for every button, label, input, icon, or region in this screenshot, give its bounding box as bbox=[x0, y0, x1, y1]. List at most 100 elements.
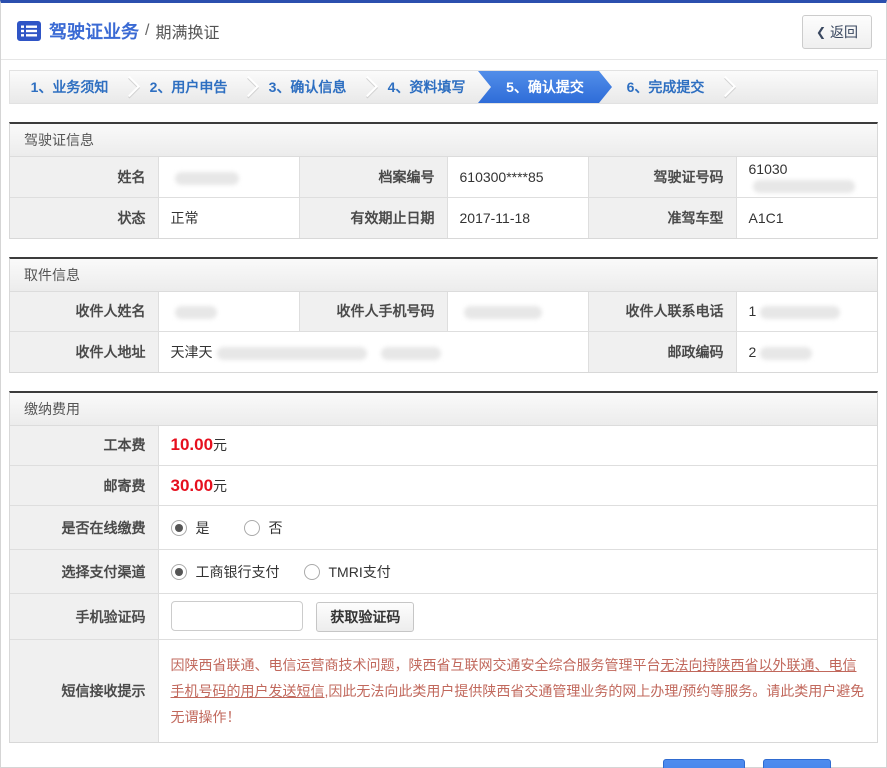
recipient-address-value: 天津天 bbox=[157, 331, 589, 372]
radio-button-icon[interactable] bbox=[170, 519, 187, 536]
status-value: 正常 bbox=[157, 197, 300, 238]
pay-channel-label: 选择支付渠道 bbox=[10, 549, 159, 594]
step-separator-chevron-icon bbox=[714, 75, 737, 98]
online-pay-label: 是否在线缴费 bbox=[10, 505, 159, 550]
radio-option-label: 否 bbox=[268, 519, 283, 536]
table-row: 工本费 10.00元 bbox=[10, 425, 877, 466]
recipient-name-value bbox=[157, 291, 300, 332]
back-button-label: 返回 bbox=[830, 24, 858, 40]
table-row: 收件人姓名 收件人手机号码 收件人联系电话 1 bbox=[10, 291, 877, 332]
step-6-complete-submit[interactable]: 6、完成提交 bbox=[606, 71, 737, 103]
pickup-info-table: 收件人姓名 收件人手机号码 收件人联系电话 1 收件人地址 天津天 邮政编码 2 bbox=[10, 291, 877, 372]
expiry-label: 有效期止日期 bbox=[298, 197, 448, 238]
license-section-title: 驾驶证信息 bbox=[10, 124, 877, 157]
redacted-value bbox=[752, 179, 855, 193]
fee-label: 工本费 bbox=[10, 425, 159, 466]
sms-notice-label: 短信接收提示 bbox=[10, 639, 159, 742]
redacted-value bbox=[760, 306, 841, 320]
step-label: 5、确认提交 bbox=[506, 79, 584, 95]
vehicle-class-value: A1C1 bbox=[735, 197, 877, 238]
file-no-value: 610300****85 bbox=[446, 157, 589, 198]
step-label: 6、完成提交 bbox=[626, 79, 705, 95]
recipient-name-label: 收件人姓名 bbox=[10, 291, 159, 332]
online-pay-options: 是 否 bbox=[157, 505, 877, 550]
previous-step-button[interactable]: 上一步 bbox=[662, 759, 745, 768]
recipient-contact-label: 收件人联系电话 bbox=[587, 291, 737, 332]
step-5-confirm-submit[interactable]: 5、确认提交 bbox=[478, 71, 612, 103]
step-label: 1、业务须知 bbox=[30, 79, 109, 95]
page: 驾驶证业务 / 期满换证 ❮ 返回 1、业务须知 2、用户申告 3、确认信息 4… bbox=[0, 0, 887, 768]
radio-button-icon[interactable] bbox=[303, 563, 320, 580]
radio-option-label: TMRI支付 bbox=[328, 563, 391, 580]
payment-table: 工本费 10.00元 邮寄费 30.00元 是否在线缴费 是 否 选择支付渠道 … bbox=[10, 425, 877, 742]
postage-value: 30.00元 bbox=[157, 465, 877, 506]
license-no-label: 驾驶证号码 bbox=[587, 157, 737, 198]
payment-section-title: 缴纳费用 bbox=[10, 392, 877, 426]
radio-button-icon[interactable] bbox=[243, 519, 260, 536]
step-2-user-declaration[interactable]: 2、用户申告 bbox=[129, 71, 260, 103]
pay-channel-options: 工商银行支付 TMRI支付 bbox=[157, 549, 877, 594]
table-row: 短信接收提示 因陕西省联通、电信运营商技术问题，陕西省互联网交通安全综合服务管理… bbox=[10, 639, 877, 742]
pickup-section-title: 取件信息 bbox=[10, 258, 877, 292]
status-label: 状态 bbox=[10, 197, 159, 238]
postage-label: 邮寄费 bbox=[10, 465, 159, 506]
table-row: 收件人地址 天津天 邮政编码 2 bbox=[10, 331, 877, 372]
table-row: 是否在线缴费 是 否 bbox=[10, 505, 877, 550]
address-prefix: 天津天 bbox=[170, 343, 213, 360]
license-info-table: 姓名 档案编号 610300****85 驾驶证号码 61030 状态 正常 有… bbox=[10, 157, 877, 238]
postcode-prefix: 2 bbox=[748, 343, 757, 360]
step-4-fill-materials[interactable]: 4、资料填写 bbox=[367, 71, 486, 103]
table-row: 邮寄费 30.00元 bbox=[10, 465, 877, 506]
redacted-value bbox=[174, 306, 217, 320]
payment-section: 缴纳费用 工本费 10.00元 邮寄费 30.00元 是否在线缴费 是 否 选择… bbox=[9, 390, 878, 743]
fee-amount: 10.00 bbox=[170, 435, 214, 455]
radio-option-tmri[interactable]: TMRI支付 bbox=[303, 562, 391, 582]
radio-option-no[interactable]: 否 bbox=[243, 518, 283, 538]
get-code-button[interactable]: 获取验证码 bbox=[316, 602, 415, 633]
postcode-value: 2 bbox=[735, 331, 877, 372]
step-label: 3、确认信息 bbox=[268, 79, 347, 95]
postage-unit: 元 bbox=[213, 477, 228, 494]
contact-prefix: 1 bbox=[748, 303, 757, 320]
pickup-info-section: 取件信息 收件人姓名 收件人手机号码 收件人联系电话 1 收件人地址 天津天 邮… bbox=[9, 256, 878, 373]
step-label: 4、资料填写 bbox=[387, 79, 466, 95]
name-label: 姓名 bbox=[10, 157, 159, 198]
step-progress-bar: 1、业务须知 2、用户申告 3、确认信息 4、资料填写 5、确认提交 6、完成提… bbox=[9, 70, 878, 104]
recipient-address-label: 收件人地址 bbox=[10, 331, 159, 372]
redacted-value bbox=[463, 306, 542, 320]
chevron-left-icon: ❮ bbox=[815, 25, 826, 39]
breadcrumb-separator: / bbox=[145, 22, 150, 39]
sms-code-field: 获取验证码 bbox=[157, 593, 877, 640]
fee-value: 10.00元 bbox=[157, 425, 877, 466]
license-info-section: 驾驶证信息 姓名 档案编号 610300****85 驾驶证号码 61030 状… bbox=[9, 122, 878, 239]
radio-option-yes[interactable]: 是 bbox=[170, 518, 210, 538]
expiry-value: 2017-11-18 bbox=[446, 197, 589, 238]
name-value bbox=[157, 157, 300, 198]
recipient-contact-value: 1 bbox=[735, 291, 877, 332]
redacted-value bbox=[216, 346, 367, 360]
back-button[interactable]: ❮ 返回 bbox=[801, 15, 872, 49]
breadcrumb-current: 期满换证 bbox=[155, 25, 220, 42]
sms-code-input[interactable] bbox=[170, 600, 303, 631]
table-row: 选择支付渠道 工商银行支付 TMRI支付 bbox=[10, 549, 877, 594]
radio-option-label: 工商银行支付 bbox=[195, 563, 280, 580]
postcode-label: 邮政编码 bbox=[587, 331, 737, 372]
finish-button[interactable]: 完成 bbox=[763, 759, 831, 768]
header: 驾驶证业务 / 期满换证 ❮ 返回 bbox=[1, 3, 886, 60]
radio-button-icon[interactable] bbox=[170, 563, 187, 580]
sms-code-label: 手机验证码 bbox=[10, 593, 159, 640]
page-title: 驾驶证业务 bbox=[49, 22, 139, 42]
postage-amount: 30.00 bbox=[170, 475, 214, 495]
step-1-business-notes[interactable]: 1、业务须知 bbox=[10, 71, 141, 103]
radio-option-icbc[interactable]: 工商银行支付 bbox=[170, 562, 280, 582]
table-row: 姓名 档案编号 610300****85 驾驶证号码 61030 bbox=[10, 157, 877, 198]
redacted-value bbox=[760, 346, 813, 360]
file-no-label: 档案编号 bbox=[298, 157, 448, 198]
recipient-mobile-value bbox=[446, 291, 589, 332]
step-3-confirm-info[interactable]: 3、确认信息 bbox=[248, 71, 379, 103]
form-list-icon bbox=[17, 21, 41, 41]
step-label: 2、用户申告 bbox=[149, 79, 228, 95]
footer-actions: 上一步 完成 bbox=[1, 759, 831, 768]
table-row: 状态 正常 有效期止日期 2017-11-18 准驾车型 A1C1 bbox=[10, 197, 877, 238]
vehicle-class-label: 准驾车型 bbox=[587, 197, 737, 238]
